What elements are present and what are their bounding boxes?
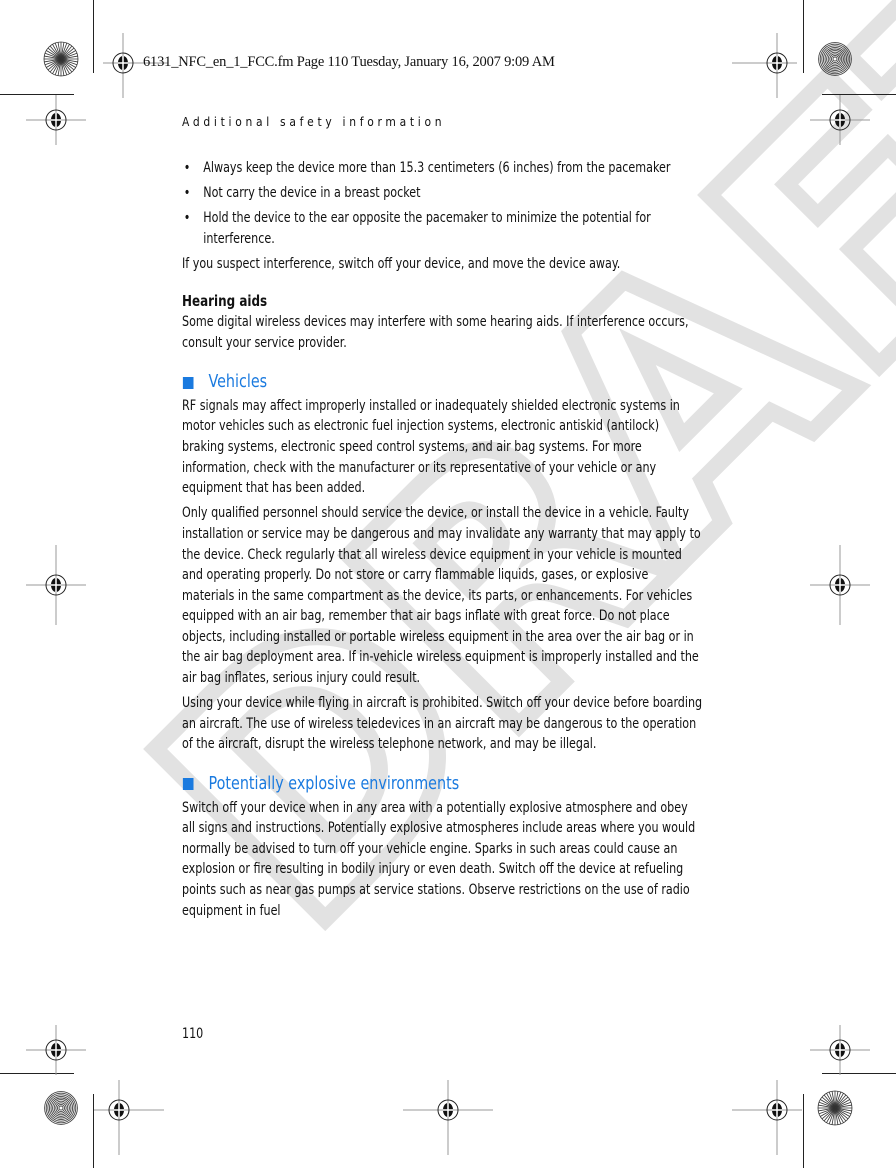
pacemaker-note: If you suspect interference, switch off … — [182, 255, 621, 272]
registration-target-icon — [810, 545, 870, 625]
section-square-icon — [182, 376, 194, 389]
print-slug: 6131_NFC_en_1_FCC.fm Page 110 Tuesday, J… — [143, 54, 555, 70]
registration-target-icon — [26, 545, 86, 625]
star-target-icon — [817, 1090, 853, 1126]
registration-target-icon — [403, 1080, 493, 1155]
explosive-heading: Potentially explosive environments — [182, 773, 704, 795]
page-number: 110 — [182, 1026, 204, 1042]
running-head: Additional safety information — [182, 114, 446, 129]
list-item: • Not carry the device in a breast pocket — [182, 183, 704, 204]
bullet-icon: • — [183, 185, 191, 202]
registration-target-icon — [94, 1080, 164, 1155]
bullet-icon: • — [183, 210, 191, 227]
concentric-target-icon — [44, 1091, 78, 1125]
list-item: • Always keep the device more than 15.3 c… — [182, 158, 704, 179]
registration-target-icon — [810, 95, 870, 145]
bullet-icon: • — [183, 160, 191, 176]
vehicles-paragraph: RF signals may affect improperly install… — [182, 397, 680, 497]
star-target-icon — [43, 41, 79, 77]
vehicles-paragraph: Only qualified personnel should service … — [182, 505, 701, 687]
pacemaker-bullet-list: • Always keep the device more than 15.3 c… — [182, 158, 704, 249]
concentric-target-icon — [818, 42, 852, 76]
explosive-body: Switch off your device when in any area … — [182, 799, 696, 919]
registration-target-icon — [26, 95, 86, 145]
list-item: • Hold the device to the ear opposite the… — [183, 210, 651, 247]
page-content: • Always keep the device more than 15.3 c… — [182, 158, 702, 921]
hearing-aids-body: Some digital wireless devices may interf… — [182, 314, 689, 351]
hearing-aids-heading: Hearing aids — [182, 292, 268, 311]
section-square-icon — [182, 778, 194, 791]
vehicles-heading: Vehicles — [182, 372, 704, 393]
vehicles-paragraph: Using your device while flying in aircra… — [182, 695, 703, 753]
registration-target-icon — [732, 1080, 802, 1155]
